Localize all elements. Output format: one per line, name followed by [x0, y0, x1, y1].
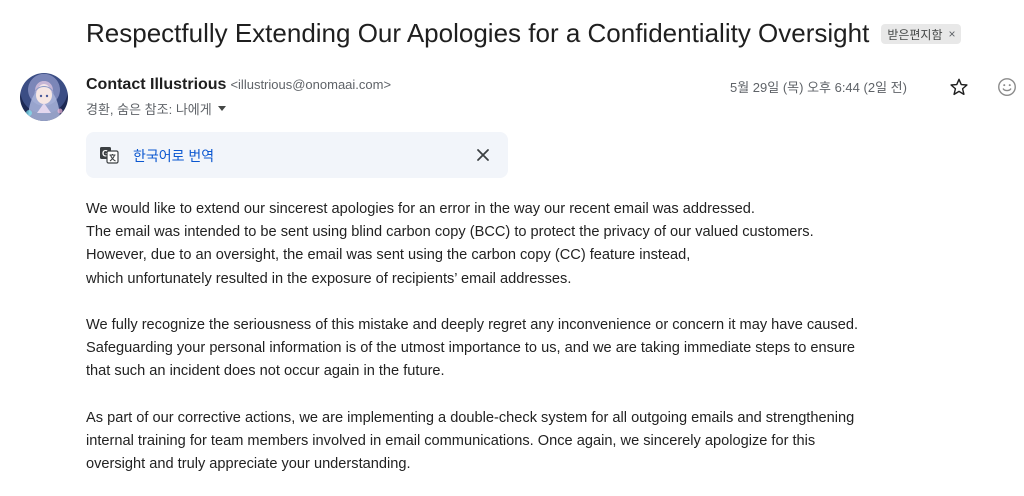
close-icon[interactable]: [474, 146, 492, 164]
sender-name[interactable]: Contact Illustrious: [86, 76, 226, 94]
email-date: 5월 29일 (목) 오후 6:44 (2일 전): [730, 80, 907, 95]
body-line: oversight and truly appreciate your unde…: [86, 456, 411, 473]
body-paragraph-2: We fully recognize the seriousness of th…: [86, 314, 1006, 384]
sender-line: Contact Illustrious <illustrious@onomaai…: [86, 76, 391, 94]
translate-icon: G: [100, 147, 119, 164]
translate-to-korean-link[interactable]: 한국어로 번역: [133, 146, 214, 166]
subject-row: Respectfully Extending Our Apologies for…: [86, 16, 961, 50]
label-remove-icon[interactable]: ×: [949, 27, 956, 41]
body-line: As part of our corrective actions, we ar…: [86, 409, 855, 426]
add-reaction-icon: [998, 78, 1016, 96]
body-line: which unfortunately resulted in the expo…: [86, 270, 572, 287]
avatar-illustration: [26, 86, 63, 121]
body-line: Safeguarding your personal information i…: [86, 340, 856, 357]
add-reaction-button[interactable]: [994, 74, 1020, 100]
star-outline-icon: [950, 78, 968, 96]
email-subject: Respectfully Extending Our Apologies for…: [86, 18, 870, 48]
body-line: The email was intended to be sent using …: [86, 224, 814, 241]
body-line: We would like to extend our sincerest ap…: [86, 201, 755, 217]
body-line: that such an incident does not occur aga…: [86, 363, 445, 380]
email-body: We would like to extend our sincerest ap…: [86, 198, 1006, 496]
label-chip-text: 받은편지함: [887, 27, 943, 42]
recipients-text: 경환, 숨은 참조: 나에게: [86, 102, 212, 117]
body-line: internal training for team members invol…: [86, 433, 816, 449]
body-paragraph-3: As part of our corrective actions, we ar…: [86, 407, 1006, 477]
sender-block: Contact Illustrious <illustrious@onomaai…: [86, 76, 391, 118]
show-details-dropdown-icon[interactable]: [217, 106, 226, 111]
inbox-label-chip[interactable]: 받은편지함 ×: [881, 24, 961, 44]
sender-email: <illustrious@onomaai.com>: [230, 77, 392, 92]
translate-banner: G 한국어로 번역: [86, 132, 508, 178]
sender-avatar[interactable]: [20, 73, 68, 121]
body-line: However, due to an oversight, the email …: [86, 247, 691, 264]
star-button[interactable]: [946, 74, 972, 100]
body-paragraph-1: We would like to extend our sincerest ap…: [86, 198, 1006, 291]
body-line: We fully recognize the seriousness of th…: [86, 317, 858, 333]
email-view: Respectfully Extending Our Apologies for…: [0, 0, 1024, 496]
recipient-details[interactable]: 경환, 숨은 참조: 나에게: [86, 99, 391, 118]
